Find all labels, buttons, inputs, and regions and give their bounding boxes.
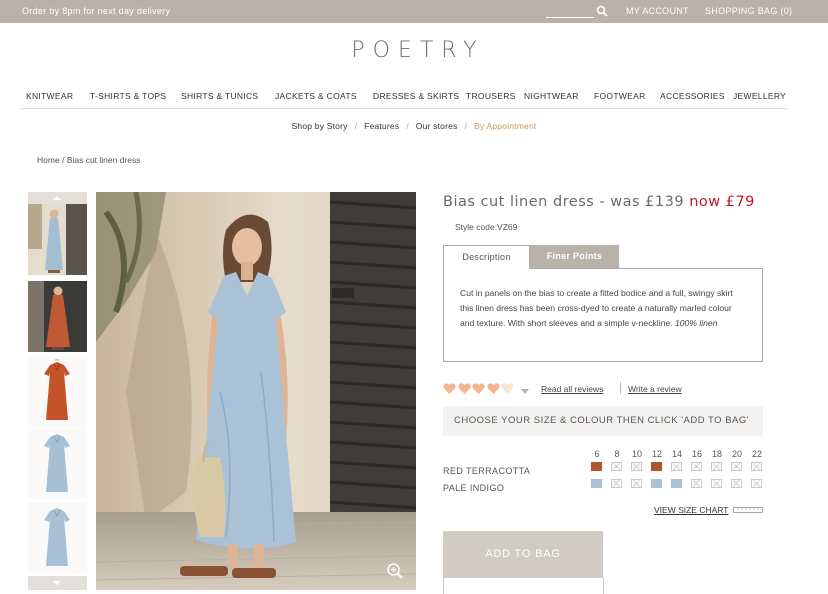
read-all-reviews-link[interactable]: Read all reviews	[541, 384, 603, 394]
size-swatch-unavailable	[611, 462, 622, 471]
size-swatch[interactable]	[591, 479, 602, 488]
nav-item-accessories[interactable]: ACCESSORIES	[660, 91, 725, 101]
choose-size-prompt: CHOOSE YOUR SIZE & COLOUR THEN CLICK 'AD…	[443, 406, 763, 436]
size-swatch-unavailable	[751, 462, 762, 471]
size-header: 14	[671, 449, 682, 459]
colour-label: PALE INDIGO	[443, 483, 505, 493]
size-header: 20	[731, 449, 742, 459]
size-swatch[interactable]	[591, 462, 602, 471]
zoom-in-icon[interactable]	[386, 562, 404, 580]
chevron-down-icon	[53, 581, 61, 585]
nav-item-trousers[interactable]: TROUSERS	[466, 91, 516, 101]
search-box	[546, 3, 608, 19]
nav-item-tshirts-tops[interactable]: T-SHIRTS & TOPS	[90, 91, 166, 101]
breadcrumb-current: Bias cut linen dress	[66, 155, 141, 165]
delivery-promo: Order by 8pm for next day delivery	[22, 6, 171, 16]
secondary-nav: Shop by Story / Features / Our stores / By App…	[0, 121, 828, 131]
secondary-action-box	[443, 578, 604, 594]
add-to-bag-button[interactable]: ADD TO BAG	[443, 531, 603, 578]
tab-description[interactable]: Description	[443, 245, 530, 269]
size-swatch-unavailable	[751, 479, 762, 488]
heart-icon	[486, 382, 500, 395]
size-swatch-unavailable	[671, 462, 682, 471]
nav-item-dresses-skirts[interactable]: DRESSES & SKIRTS	[373, 91, 459, 101]
thumbnail-4[interactable]	[28, 428, 87, 499]
tab-finer-points[interactable]: Finer Points	[530, 245, 619, 268]
size-header: 18	[711, 449, 722, 459]
subnav-our-stores[interactable]: Our stores	[416, 121, 458, 131]
nav-item-footwear[interactable]: FOOTWEAR	[594, 91, 646, 101]
size-swatch-unavailable	[731, 479, 742, 488]
heart-icon	[457, 382, 471, 395]
breadcrumb-home[interactable]: Home	[37, 155, 60, 165]
size-swatch[interactable]	[671, 479, 682, 488]
search-icon[interactable]	[596, 5, 608, 17]
style-code: Style code:VZ69	[455, 222, 518, 232]
size-header: 8	[614, 449, 620, 459]
size-swatch-unavailable	[611, 479, 622, 488]
subnav-separator: /	[406, 121, 409, 131]
thumbnail-3[interactable]	[28, 356, 87, 427]
main-product-image[interactable]	[96, 192, 416, 590]
size-swatch-unavailable	[711, 462, 722, 471]
size-header: 16	[691, 449, 702, 459]
size-swatch[interactable]	[651, 479, 662, 488]
subnav-separator: /	[354, 121, 358, 131]
colour-label: RED TERRACOTTA	[443, 466, 531, 476]
subnav-separator: /	[464, 121, 468, 131]
product-name-was-price: Bias cut linen dress - was £139	[443, 194, 685, 210]
product-title: Bias cut linen dress - was £139 now £79	[443, 194, 755, 210]
size-swatch-unavailable	[691, 462, 702, 471]
chevron-up-icon	[53, 196, 61, 200]
size-swatch-unavailable	[691, 479, 702, 488]
size-swatch-unavailable	[631, 462, 642, 471]
subnav-shop-by-story[interactable]: Shop by Story	[292, 121, 348, 131]
fabric-composition: 100% linen	[674, 318, 718, 328]
size-swatch[interactable]	[651, 462, 662, 471]
heart-icon	[501, 382, 514, 395]
reviews-divider	[620, 382, 621, 394]
thumbnail-2[interactable]	[28, 281, 87, 352]
heart-icon	[443, 382, 456, 395]
my-account-link[interactable]: MY ACCOUNT	[626, 6, 689, 16]
thumbnail-1[interactable]	[28, 204, 87, 275]
shopping-bag-link[interactable]: SHOPPING BAG (0)	[705, 6, 792, 16]
breadcrumb-separator: /	[62, 155, 65, 165]
top-bar: Order by 8pm for next day delivery MY AC…	[0, 0, 828, 23]
size-swatch-unavailable	[731, 462, 742, 471]
description-panel: Cut in panels on the bias to create a fi…	[443, 268, 763, 362]
subnav-features[interactable]: Features	[364, 121, 399, 131]
thumbnail-5[interactable]	[28, 502, 87, 573]
thumbnail-strip	[28, 192, 87, 590]
write-review-link[interactable]: Write a review	[628, 384, 682, 394]
ruler-icon[interactable]	[733, 507, 763, 513]
heart-icon	[472, 382, 485, 395]
nav-item-shirts-tunics[interactable]: SHIRTS & TUNICS	[181, 91, 258, 101]
main-nav: KNITWEAR T-SHIRTS & TOPS SHIRTS & TUNICS…	[20, 91, 788, 109]
subnav-by-appointment[interactable]: By Appointment	[474, 121, 536, 131]
thumbnail-scroll-down[interactable]	[28, 576, 87, 590]
size-swatch-unavailable	[711, 479, 722, 488]
search-input[interactable]	[546, 3, 594, 18]
view-size-chart-link[interactable]: VIEW SIZE CHART	[654, 505, 728, 515]
size-swatch-unavailable	[631, 479, 642, 488]
thumbnail-scroll-up[interactable]	[28, 192, 87, 204]
nav-item-knitwear[interactable]: KNITWEAR	[26, 91, 73, 101]
size-header: 22	[751, 449, 762, 459]
chevron-down-icon[interactable]	[521, 389, 529, 394]
size-header: 6	[594, 449, 600, 459]
nav-item-jackets-coats[interactable]: JACKETS & COATS	[275, 91, 357, 101]
brand-logo[interactable]: POETRY	[0, 38, 828, 63]
product-now-price: now £79	[689, 194, 755, 210]
size-header: 12	[651, 449, 662, 459]
nav-item-jewellery[interactable]: JEWELLERY	[733, 91, 786, 101]
nav-item-nightwear[interactable]: NIGHTWEAR	[524, 91, 579, 101]
breadcrumb: Home / Bias cut linen dress	[37, 155, 141, 165]
size-header: 10	[631, 449, 642, 459]
